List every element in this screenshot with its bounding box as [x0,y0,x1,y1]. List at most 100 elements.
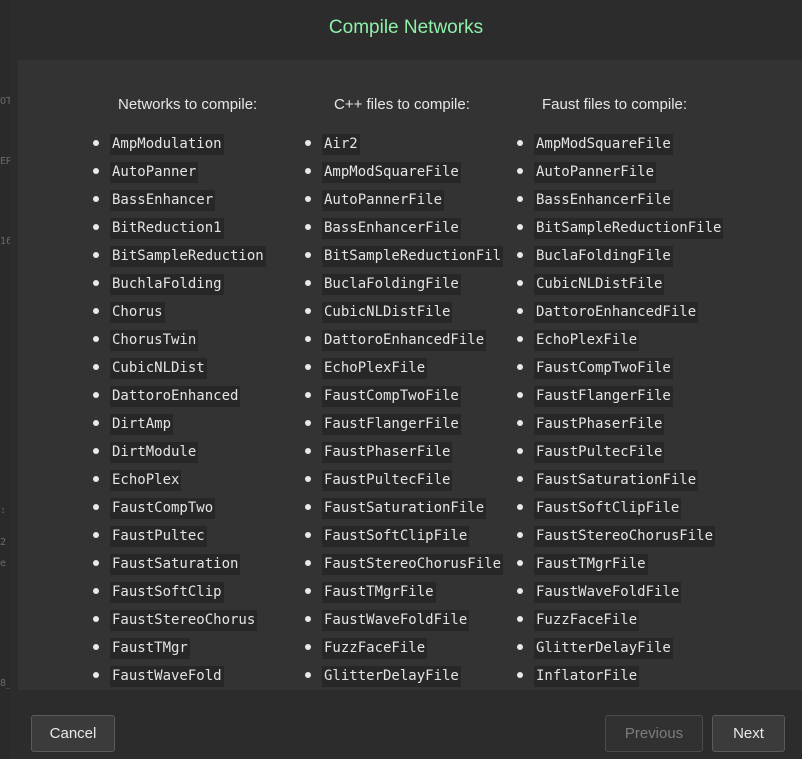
compile-lists-panel: Networks to compile: AmpModulation AutoPa… [18,60,802,690]
bullet-icon [305,140,311,146]
list-item-label: FuzzFaceFile [322,638,428,659]
list-item-label: ChorusTwin [110,330,199,351]
bullet-icon [93,364,99,370]
background-app-edge: OT ER 16 : 2 e 8_ [0,0,12,759]
bullet-icon [93,168,99,174]
list-item-label: FuzzFaceFile [534,610,640,631]
list-item-label: FaustPultecFile [322,470,453,491]
bullet-icon [517,672,523,678]
bullet-icon [305,560,311,566]
bullet-icon [93,336,99,342]
list-item-label: FaustPultecFile [534,442,665,463]
list-item-label: BassEnhancer [110,190,216,211]
bullet-icon [93,616,99,622]
edge-fragment: 2 [0,537,7,548]
bullet-icon [305,448,311,454]
bullet-icon [93,308,99,314]
bullet-icon [517,588,523,594]
bullet-icon [305,532,311,538]
bullet-icon [305,252,311,258]
list-item-label: CubicNLDistFile [534,274,665,295]
list-item-label: AmpModSquareFile [322,162,461,183]
cancel-button[interactable]: Cancel [31,715,115,752]
list-item-label: InflatorFile [534,666,640,687]
bullet-icon [305,168,311,174]
list-item-label: FaustTMgr [110,638,190,659]
list-item-label: FaustStereoChorus [110,610,258,631]
bullet-icon [517,140,523,146]
list-item-label: FaustSoftClipFile [534,498,682,519]
bullet-icon [517,476,523,482]
bullet-icon [93,140,99,146]
list-item-label: BitReduction1 [110,218,224,239]
list-item-label: BitSampleReductionFile [534,218,724,239]
list-item-label: FaustSaturationFile [322,498,487,519]
list-item-label: DattoroEnhanced [110,386,241,407]
bullet-icon [305,364,311,370]
bullet-icon [93,420,99,426]
bullet-icon [517,308,523,314]
list-item-label: FaustCompTwoFile [322,386,461,407]
bullet-icon [517,280,523,286]
list-item-label: BitSampleReduction [110,246,266,267]
bullet-icon [305,196,311,202]
bullet-icon [93,448,99,454]
list-item-label: FaustTMgrFile [534,554,648,575]
list-item-label: FaustWaveFoldFile [322,610,470,631]
edge-fragment: e [0,558,7,569]
list-item-label: CubicNLDist [110,358,207,379]
bullet-icon [93,476,99,482]
bullet-icon [517,644,523,650]
edge-fragment: : [0,505,7,516]
list-item-label: FaustWaveFoldFile [534,582,682,603]
list-item-label: BuchlaFolding [110,274,224,295]
list-item-label: FaustCompTwo [110,498,216,519]
bullet-icon [517,616,523,622]
bullet-icon [93,280,99,286]
list-item-label: EchoPlex [110,470,182,491]
bullet-icon [305,644,311,650]
bullet-icon [305,224,311,230]
bullet-icon [305,336,311,342]
list-item-label: BuclaFoldingFile [534,246,673,267]
list-item-label: AutoPannerFile [322,190,445,211]
list-item-label: FaustSoftClipFile [322,526,470,547]
bullet-icon [517,336,523,342]
bullet-icon [517,504,523,510]
next-button[interactable]: Next [712,715,785,752]
list-item-label: AmpModulation [110,134,224,155]
bullet-icon [517,196,523,202]
bullet-icon [305,392,311,398]
list-item-label: Air2 [322,134,360,155]
compile-networks-dialog: Compile Networks Networks to compile: Am… [10,0,802,759]
bullet-icon [93,560,99,566]
bullet-icon [93,252,99,258]
list-item-label: FaustPhaserFile [534,414,665,435]
list-item-label: FaustStereoChorusFile [322,554,504,575]
list-item-label: FaustFlangerFile [534,386,673,407]
list-item-label: BitSampleReductionFil [322,246,504,267]
bullet-icon [517,420,523,426]
bullet-icon [517,392,523,398]
list-item-label: EchoPlexFile [534,330,640,351]
bullet-icon [305,280,311,286]
list-item-label: AutoPanner [110,162,199,183]
list-item-label: AutoPannerFile [534,162,657,183]
bullet-icon [305,420,311,426]
list-item-label: BassEnhancerFile [322,218,461,239]
list-item-label: FaustSaturationFile [534,470,699,491]
list-item-label: BuclaFoldingFile [322,274,461,295]
bullet-icon [93,588,99,594]
list-item-label: FaustCompTwoFile [534,358,673,379]
bullet-icon [305,588,311,594]
list-item-label: FaustPhaserFile [322,442,453,463]
list-item-label: BassEnhancerFile [534,190,673,211]
bullet-icon [305,616,311,622]
bullet-icon [517,448,523,454]
bullet-icon [305,504,311,510]
list-item-label: DattoroEnhancedFile [322,330,487,351]
bullet-icon [93,644,99,650]
list-item-label: DattoroEnhancedFile [534,302,699,323]
dialog-title: Compile Networks [328,17,484,38]
previous-button[interactable]: Previous [605,715,703,752]
